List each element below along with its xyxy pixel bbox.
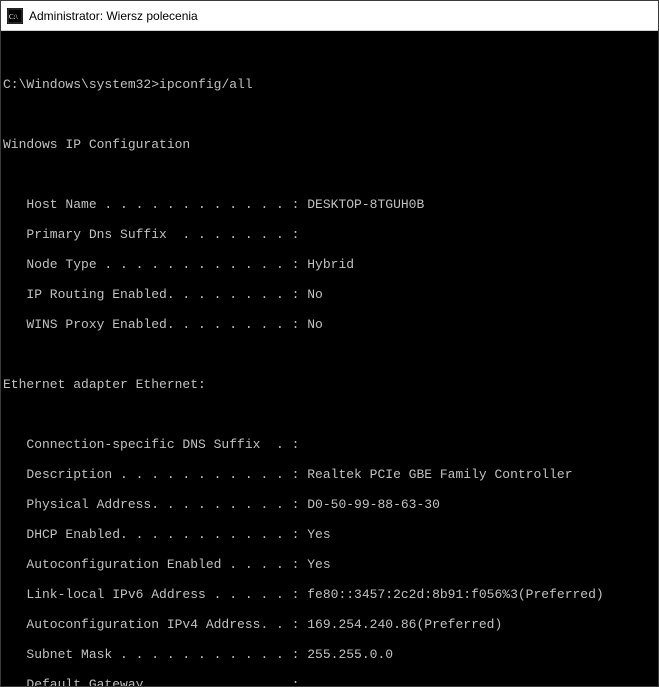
value: No xyxy=(307,317,323,332)
label: Autoconfiguration IPv4 Address. . : xyxy=(3,617,307,632)
cmd-window: C:\ Administrator: Wiersz polecenia C:\W… xyxy=(0,0,659,687)
label: DHCP Enabled. . . . . . . . . . . : xyxy=(3,527,307,542)
field-physical-address: Physical Address. . . . . . . . . : D0-5… xyxy=(1,497,658,512)
field-description: Description . . . . . . . . . . . : Real… xyxy=(1,467,658,482)
blank-line xyxy=(1,407,658,422)
svg-text:C:\: C:\ xyxy=(9,13,18,21)
cmd-icon: C:\ xyxy=(7,8,23,24)
field-node-type: Node Type . . . . . . . . . . . . : Hybr… xyxy=(1,257,658,272)
window-title: Administrator: Wiersz polecenia xyxy=(29,9,198,23)
label: IP Routing Enabled. . . . . . . . : xyxy=(3,287,307,302)
heading-ip-configuration: Windows IP Configuration xyxy=(1,137,658,152)
field-primary-dns-suffix: Primary Dns Suffix . . . . . . . : xyxy=(1,227,658,242)
label: Subnet Mask . . . . . . . . . . . : xyxy=(3,647,307,662)
heading-ethernet-adapter: Ethernet adapter Ethernet: xyxy=(1,377,658,392)
label: Autoconfiguration Enabled . . . . : xyxy=(3,557,307,572)
label: Connection-specific DNS Suffix . : xyxy=(3,437,299,452)
prompt-line: C:\Windows\system32>ipconfig/all xyxy=(1,77,658,92)
value: Hybrid xyxy=(307,257,354,272)
label: Host Name . . . . . . . . . . . . : xyxy=(3,197,307,212)
label: Primary Dns Suffix . . . . . . . : xyxy=(3,227,299,242)
field-dhcp-enabled: DHCP Enabled. . . . . . . . . . . : Yes xyxy=(1,527,658,542)
label: Node Type . . . . . . . . . . . . : xyxy=(3,257,307,272)
value: fe80::3457:2c2d:8b91:f056%3(Preferred) xyxy=(307,587,603,602)
value: D0-50-99-88-63-30 xyxy=(307,497,440,512)
value: No xyxy=(307,287,323,302)
label: Description . . . . . . . . . . . : xyxy=(3,467,307,482)
label: Default Gateway . . . . . . . . . : xyxy=(3,677,299,686)
value: DESKTOP-8TGUH0B xyxy=(307,197,424,212)
blank-line xyxy=(1,47,658,62)
label: Physical Address. . . . . . . . . : xyxy=(3,497,307,512)
field-host-name: Host Name . . . . . . . . . . . . : DESK… xyxy=(1,197,658,212)
field-subnet-mask: Subnet Mask . . . . . . . . . . . : 255.… xyxy=(1,647,658,662)
field-default-gateway: Default Gateway . . . . . . . . . : xyxy=(1,677,658,686)
value: Realtek PCIe GBE Family Controller xyxy=(307,467,572,482)
terminal-output[interactable]: C:\Windows\system32>ipconfig/all Windows… xyxy=(1,31,658,686)
value: Yes xyxy=(307,527,330,542)
value: 255.255.0.0 xyxy=(307,647,393,662)
field-conn-suffix: Connection-specific DNS Suffix . : xyxy=(1,437,658,452)
value: 169.254.240.86(Preferred) xyxy=(307,617,502,632)
prompt-path: C:\Windows\system32> xyxy=(3,77,159,92)
field-autoconf-ipv4: Autoconfiguration IPv4 Address. . : 169.… xyxy=(1,617,658,632)
field-wins-proxy: WINS Proxy Enabled. . . . . . . . : No xyxy=(1,317,658,332)
label: WINS Proxy Enabled. . . . . . . . : xyxy=(3,317,307,332)
blank-line xyxy=(1,167,658,182)
blank-line xyxy=(1,347,658,362)
field-autoconfig-enabled: Autoconfiguration Enabled . . . . : Yes xyxy=(1,557,658,572)
field-link-local-ipv6: Link-local IPv6 Address . . . . . : fe80… xyxy=(1,587,658,602)
blank-line xyxy=(1,107,658,122)
command-text: ipconfig/all xyxy=(159,77,253,92)
label: Link-local IPv6 Address . . . . . : xyxy=(3,587,307,602)
field-ip-routing: IP Routing Enabled. . . . . . . . : No xyxy=(1,287,658,302)
titlebar[interactable]: C:\ Administrator: Wiersz polecenia xyxy=(1,1,658,31)
value: Yes xyxy=(307,557,330,572)
